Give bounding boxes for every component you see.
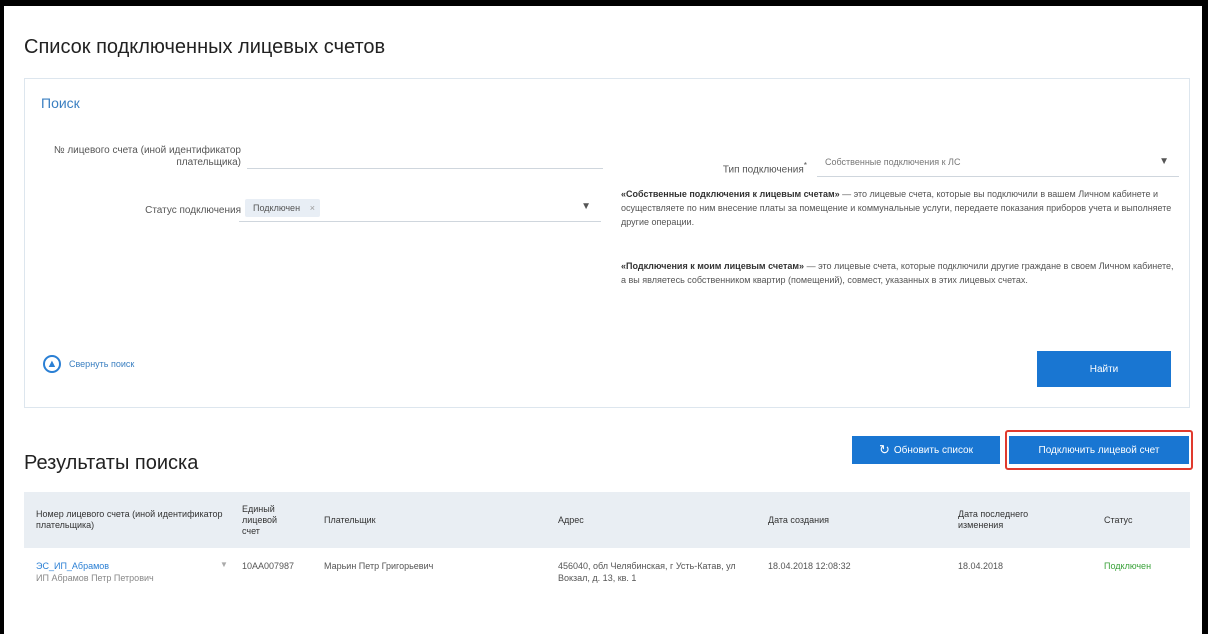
search-panel: Поиск № лицевого счета (иной идентификат…	[24, 78, 1190, 408]
connection-type-value: Собственные подключения к ЛС	[825, 157, 961, 167]
find-button[interactable]: Найти	[1037, 351, 1171, 387]
collapse-search-link[interactable]: ▲ Свернуть поиск	[43, 355, 134, 373]
table-header: Номер лицевого счета (иной идентификатор…	[24, 492, 1190, 548]
search-panel-title: Поиск	[41, 95, 80, 111]
col-account-number[interactable]: Номер лицевого счета (иной идентификатор…	[36, 492, 226, 548]
connection-type-select[interactable]: Собственные подключения к ЛС ▼	[817, 149, 1179, 177]
refresh-list-button[interactable]: ↻ Обновить список	[852, 436, 1000, 464]
chevron-down-icon[interactable]: ▼	[1159, 156, 1169, 167]
account-owner-cell: ИП Абрамов Петр Петрович	[36, 573, 154, 583]
els-cell: 10АА007987	[242, 561, 295, 571]
col-address[interactable]: Адрес	[558, 492, 738, 548]
account-number-cell[interactable]: ЭС_ИП_Абрамов	[36, 560, 212, 572]
address-cell: 456040, обл Челябинская, г Усть-Катав, у…	[558, 561, 736, 583]
highlight-frame	[1005, 430, 1193, 470]
payer-cell: Марьин Петр Григорьевич	[324, 561, 434, 571]
own-connections-description: «Собственные подключения к лицевым счета…	[621, 187, 1181, 229]
modified-cell: 18.04.2018	[958, 561, 1004, 571]
col-els[interactable]: Единый лицевой счет	[242, 492, 294, 548]
account-number-label: № лицевого счета (иной идентификатор пла…	[53, 145, 241, 168]
main-content: Список подключенных лицевых счетов Поиск…	[4, 6, 1202, 634]
status-badge: Подключен	[1104, 561, 1152, 571]
own-connections-title: «Собственные подключения к лицевым счета…	[621, 189, 840, 199]
connection-status-label: Статус подключения	[145, 205, 241, 216]
account-number-input[interactable]	[247, 147, 603, 169]
connection-type-label-text: Тип подключения	[722, 164, 804, 176]
connection-status-select[interactable]: Подключен × ▼	[239, 194, 601, 222]
results-title: Результаты поиска	[24, 452, 199, 474]
col-status[interactable]: Статус	[1104, 492, 1184, 548]
created-cell: 18.04.2018 12:08:32	[768, 561, 851, 571]
col-modified[interactable]: Дата последнего изменения	[958, 492, 1058, 548]
refresh-list-label: Обновить список	[893, 444, 973, 456]
chevron-up-icon: ▲	[43, 355, 61, 373]
my-accounts-description: «Подключения к моим лицевым счетам» — эт…	[621, 259, 1181, 287]
refresh-icon: ↻	[878, 442, 890, 457]
collapse-search-label: Свернуть поиск	[69, 359, 135, 369]
chevron-down-icon[interactable]: ▼	[581, 201, 591, 212]
status-chip-label: Подключен	[253, 203, 301, 213]
my-accounts-title: «Подключения к моим лицевым счетам»	[621, 261, 805, 271]
col-payer[interactable]: Плательщик	[324, 492, 504, 548]
status-chip[interactable]: Подключен ×	[245, 199, 321, 217]
page-title: Список подключенных лицевых счетов	[24, 36, 386, 58]
connection-type-label: Тип подключения*	[621, 159, 807, 176]
chevron-down-icon[interactable]: ▼	[220, 560, 228, 569]
required-mark: *	[803, 160, 807, 170]
chip-remove-icon[interactable]: ×	[310, 199, 315, 217]
col-created[interactable]: Дата создания	[768, 492, 918, 548]
